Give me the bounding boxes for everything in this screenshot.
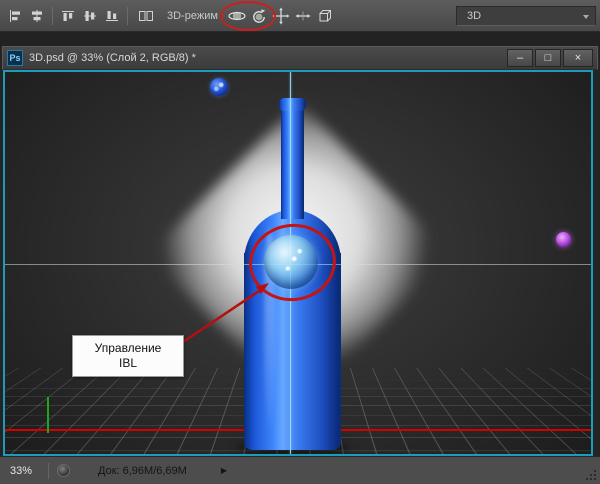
align-horizontal-centers-icon[interactable] — [26, 4, 48, 28]
bottle-lip — [279, 98, 306, 111]
resize-grip[interactable] — [583, 467, 597, 481]
photoshop-file-icon: Ps — [7, 50, 23, 66]
light-widget-blue[interactable] — [210, 78, 228, 96]
align-bottom-edges-icon[interactable] — [101, 4, 123, 28]
zoom-3d-camera-icon[interactable] — [314, 4, 336, 28]
chevron-down-icon — [583, 15, 589, 19]
3d-nav-highlight-group — [219, 0, 276, 31]
orbit-3d-camera-icon[interactable] — [226, 4, 248, 28]
maximize-button[interactable]: □ — [535, 49, 561, 67]
align-left-edges-icon[interactable] — [4, 4, 26, 28]
toolbar-separator — [52, 6, 53, 25]
zoom-level-field[interactable]: 33% — [10, 465, 44, 477]
3d-mode-label: 3D-режим — [167, 9, 218, 22]
document-size-info: Док: 6,96M/6,69M — [98, 464, 187, 477]
status-options-icon[interactable] — [57, 464, 70, 477]
photoshop-window: 3D-режим 3D Ps 3D.psd @ 33% (Слой 2, RGB… — [0, 0, 600, 484]
close-button[interactable]: × — [563, 49, 593, 67]
light-widget-purple[interactable] — [556, 232, 571, 247]
options-toolbar: 3D-режим 3D — [0, 0, 600, 32]
align-top-edges-icon[interactable] — [57, 4, 79, 28]
minimize-button[interactable]: – — [507, 49, 533, 67]
canvas-3d-view[interactable]: Управление IBL — [3, 70, 593, 456]
workspace-label: 3D — [467, 10, 482, 22]
toolbar-separator — [127, 6, 128, 25]
statusbar-separator — [48, 462, 49, 479]
workspace-selector[interactable]: 3D — [456, 6, 596, 26]
ibl-callout-label: Управление IBL — [72, 335, 184, 377]
roll-3d-camera-icon[interactable] — [248, 4, 270, 28]
slide-3d-camera-icon[interactable] — [292, 4, 314, 28]
y-axis-line — [47, 397, 49, 433]
pan-3d-camera-icon[interactable] — [270, 4, 292, 28]
align-vertical-centers-icon[interactable] — [79, 4, 101, 28]
callout-line-2: IBL — [118, 356, 137, 370]
bottle-neck — [281, 107, 304, 219]
status-flyout-button[interactable]: ▶ — [221, 466, 227, 475]
window-controls: – □ × — [507, 49, 593, 67]
status-bar: 33% Док: 6,96M/6,69M ▶ — [0, 456, 600, 484]
arrange-documents-icon[interactable] — [132, 4, 160, 28]
ibl-light-widget[interactable] — [264, 235, 318, 289]
workspace-background — [0, 32, 600, 46]
document-titlebar[interactable]: Ps 3D.psd @ 33% (Слой 2, RGB/8) * – □ × — [2, 46, 598, 70]
document-title: 3D.psd @ 33% (Слой 2, RGB/8) * — [29, 52, 196, 64]
callout-line-1: Управление — [94, 341, 162, 355]
